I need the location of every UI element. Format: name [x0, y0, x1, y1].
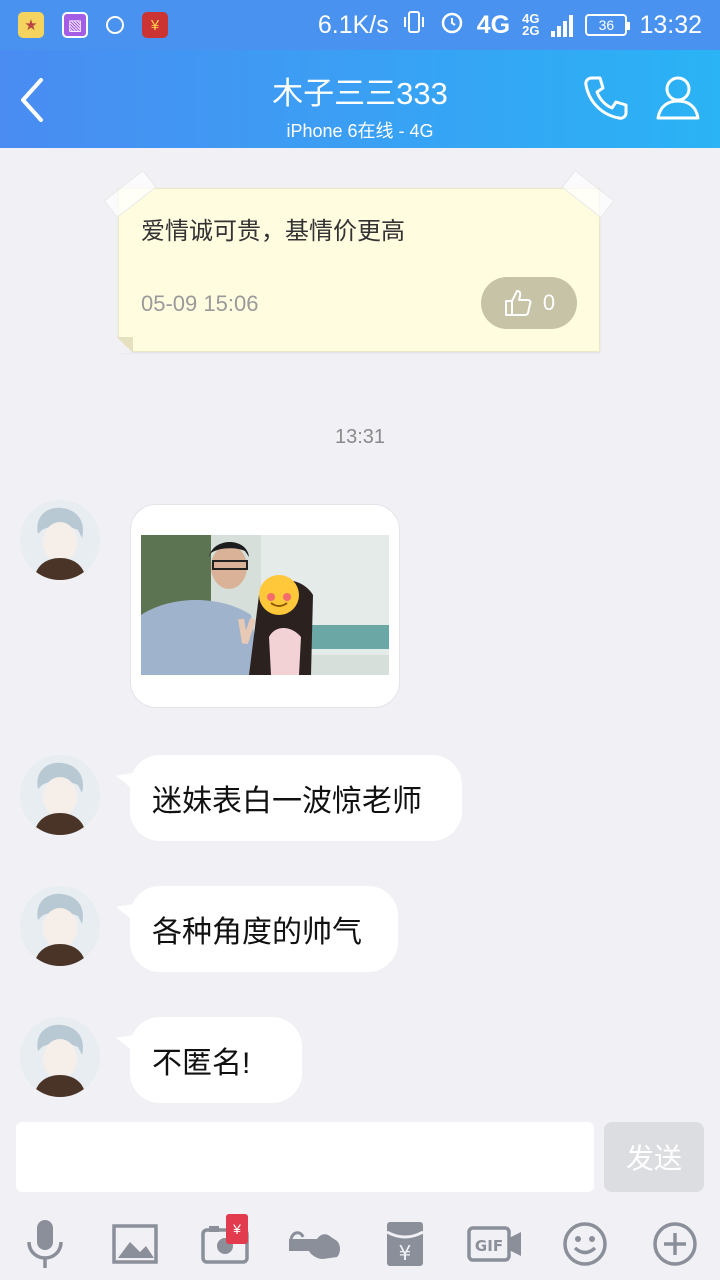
- message-text: 迷妹表白一波惊老师: [152, 785, 422, 818]
- app-notification-icon: ★: [18, 12, 44, 38]
- poke-button[interactable]: [270, 1214, 360, 1274]
- battery-icon: 36: [585, 14, 631, 36]
- message-text: 各种角度的帅气: [152, 916, 362, 949]
- plus-icon: [653, 1222, 697, 1266]
- text-message[interactable]: 迷妹表白一波惊老师: [130, 755, 462, 841]
- camera-button[interactable]: ¥: [180, 1214, 270, 1274]
- like-button[interactable]: 0: [481, 277, 577, 329]
- text-message[interactable]: 不匿名!: [130, 1017, 302, 1103]
- avatar[interactable]: [20, 886, 100, 966]
- message-input[interactable]: [16, 1122, 594, 1192]
- svg-text:¥: ¥: [399, 1241, 412, 1265]
- avatar[interactable]: [20, 1017, 100, 1097]
- net-speed: 6.1K/s: [317, 10, 389, 39]
- note-time: 05-09 15:06: [141, 291, 259, 316]
- red-packet-icon: ¥: [142, 12, 168, 38]
- send-button[interactable]: 发送: [604, 1122, 704, 1192]
- chat-icon: [106, 16, 124, 34]
- note-text: 爱情诚可贵，基情价更高: [141, 218, 405, 245]
- phone-icon: [584, 76, 628, 120]
- chat-toolbar: ¥ ¥ GIF: [0, 1208, 720, 1280]
- network-type: 4G: [476, 10, 511, 39]
- input-area: 发送: [0, 1108, 720, 1208]
- red-packet-badge: ¥: [226, 1214, 248, 1244]
- alarm-icon: [439, 9, 465, 42]
- status-bar: ★ ▧ ¥ 6.1K/s 4G 4G 2G 36 13:32: [0, 0, 720, 50]
- thumbs-up-icon: [504, 290, 532, 316]
- network-dual: 4G 2G: [522, 12, 540, 38]
- image-message[interactable]: [130, 504, 400, 708]
- emoji-button[interactable]: [540, 1214, 630, 1274]
- red-packet-icon: ¥: [386, 1222, 424, 1266]
- person-icon: [656, 76, 700, 120]
- signal-icon: [551, 13, 574, 37]
- microphone-icon: [27, 1220, 63, 1268]
- text-message[interactable]: 各种角度的帅气: [130, 886, 398, 972]
- vibrate-icon: [401, 9, 427, 42]
- sticky-note-card[interactable]: 爱情诚可贵，基情价更高 05-09 15:06 0: [103, 169, 615, 353]
- battery-level: 36: [598, 17, 615, 33]
- photo-thumbnail[interactable]: [141, 535, 389, 675]
- gif-button[interactable]: GIF: [450, 1214, 540, 1274]
- gif-icon: GIF: [467, 1226, 521, 1262]
- red-packet-button[interactable]: ¥: [360, 1214, 450, 1274]
- poke-icon: [289, 1231, 340, 1259]
- gallery-icon: ▧: [62, 12, 88, 38]
- emoji-icon: [563, 1222, 607, 1266]
- chat-area[interactable]: 爱情诚可贵，基情价更高 05-09 15:06 0 13:31 迷妹表白一波惊老…: [0, 148, 720, 1108]
- image-button[interactable]: [90, 1214, 180, 1274]
- clock: 13:32: [639, 10, 702, 39]
- svg-text:GIF: GIF: [475, 1237, 503, 1255]
- avatar[interactable]: [20, 755, 100, 835]
- chat-header: 木子三三333 iPhone 6在线 - 4G: [0, 50, 720, 148]
- like-count: 0: [542, 290, 556, 315]
- image-icon: [112, 1224, 158, 1264]
- call-button[interactable]: [580, 72, 632, 124]
- tape-decoration: [561, 169, 615, 219]
- profile-button[interactable]: [652, 72, 704, 124]
- message-text: 不匿名!: [152, 1047, 251, 1080]
- fold-corner: [117, 337, 133, 353]
- network-bottom: 2G: [522, 23, 540, 38]
- more-button[interactable]: [630, 1214, 720, 1274]
- message-timestamp: 13:31: [334, 426, 386, 448]
- avatar[interactable]: [20, 500, 100, 580]
- voice-button[interactable]: [0, 1214, 90, 1274]
